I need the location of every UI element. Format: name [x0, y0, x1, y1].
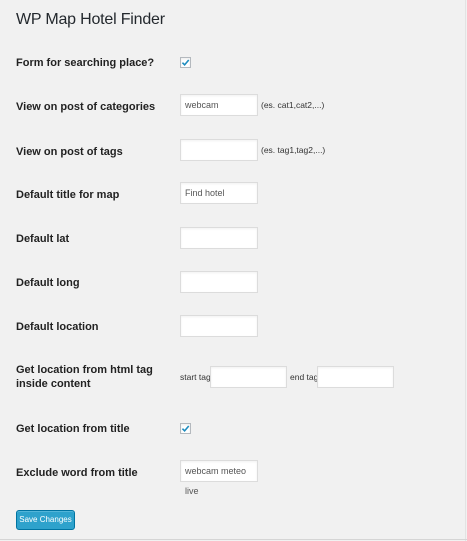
end-tag-label: end tag	[290, 372, 319, 382]
default-location-input[interactable]	[180, 315, 258, 337]
form-search-checkbox[interactable]	[180, 57, 191, 68]
location-title-label: Get location from title	[16, 423, 130, 435]
default-lat-input[interactable]	[180, 227, 258, 249]
start-tag-label: start tag	[180, 372, 211, 382]
default-long-input[interactable]	[180, 271, 258, 293]
page-title: WP Map Hotel Finder	[16, 11, 165, 28]
view-categories-hint: (es. cat1,cat2,...)	[261, 100, 325, 110]
view-tags-label: View on post of tags	[16, 146, 123, 158]
view-categories-label: View on post of categories	[16, 101, 156, 113]
panel-right-border	[465, 0, 466, 541]
exclude-word-label: Exclude word from title	[16, 467, 138, 479]
default-title-label: Default title for map	[16, 189, 120, 201]
panel-bottom-border	[0, 539, 467, 540]
view-tags-hint: (es. tag1,tag2,...)	[261, 145, 326, 155]
location-html-tag-label-line2: inside content	[16, 378, 91, 390]
view-tags-input[interactable]	[180, 139, 258, 161]
default-lat-label: Default lat	[16, 233, 70, 245]
end-tag-input[interactable]	[317, 366, 394, 388]
save-changes-button[interactable]: Save Changes	[16, 510, 75, 530]
checkmark-icon	[181, 425, 190, 433]
view-categories-input[interactable]: webcam	[180, 94, 258, 116]
location-title-checkbox[interactable]	[180, 423, 191, 434]
default-location-label: Default location	[16, 321, 99, 333]
location-html-tag-label-line1: Get location from html tag	[16, 364, 153, 376]
checkmark-icon	[181, 59, 190, 67]
default-long-label: Default long	[16, 277, 80, 289]
form-search-label: Form for searching place?	[16, 57, 155, 69]
settings-page: WP Map Hotel Finder Form for searching p…	[0, 0, 467, 541]
exclude-word-input[interactable]: webcam meteo live	[180, 460, 258, 496]
start-tag-input[interactable]	[210, 366, 287, 388]
default-title-input[interactable]: Find hotel	[180, 182, 258, 204]
